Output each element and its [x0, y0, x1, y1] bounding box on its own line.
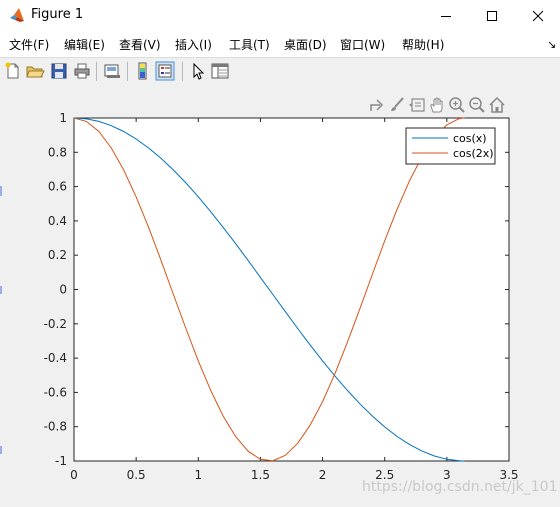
export-icon[interactable]: [368, 96, 386, 114]
legend-label: cos(2x): [453, 147, 494, 160]
home-icon[interactable]: [488, 96, 506, 114]
figure-window: Figure 1 文件(F) 编辑(E) 查看(V) 插入(I) 工具(T) 桌…: [0, 0, 560, 507]
y-tick-label: 0.6: [48, 180, 67, 194]
y-tick-label: -0.4: [44, 351, 67, 365]
link-plot-icon[interactable]: [102, 61, 122, 81]
menu-file[interactable]: 文件(F): [9, 36, 49, 53]
legend-label: cos(x): [453, 132, 487, 145]
figure-toolbar: [0, 57, 560, 87]
menu-tools[interactable]: 工具(T): [229, 36, 270, 53]
y-tick-label: 0.4: [48, 214, 67, 228]
y-tick-label: -1: [55, 454, 67, 468]
data-tips-icon[interactable]: [408, 96, 426, 114]
y-tick-label: -0.2: [44, 317, 67, 331]
brush-icon[interactable]: [388, 96, 406, 114]
y-tick-label: 0.8: [48, 145, 67, 159]
zoom-in-icon[interactable]: [448, 96, 466, 114]
menu-overflow-icon[interactable]: ↘: [547, 38, 556, 51]
title-bar: Figure 1: [0, 0, 560, 31]
menu-desktop[interactable]: 桌面(D): [284, 36, 327, 53]
x-tick-label: 1: [194, 468, 202, 482]
y-tick-label: -0.6: [44, 385, 67, 399]
minimize-button[interactable]: [423, 0, 469, 31]
menu-window[interactable]: 窗口(W): [340, 36, 385, 53]
save-icon[interactable]: [49, 61, 69, 81]
pan-hand-icon[interactable]: [428, 96, 446, 114]
open-file-icon[interactable]: [25, 61, 45, 81]
maximize-button[interactable]: [469, 0, 515, 31]
close-icon: [532, 10, 544, 21]
print-icon[interactable]: [72, 61, 92, 81]
x-tick-label: 0: [70, 468, 78, 482]
menu-help[interactable]: 帮助(H): [402, 36, 444, 53]
menu-view[interactable]: 查看(V): [119, 36, 161, 53]
menu-edit[interactable]: 编辑(E): [64, 36, 105, 53]
window-title: Figure 1: [31, 7, 84, 22]
y-tick-label: -0.8: [44, 420, 67, 434]
new-figure-icon[interactable]: [3, 61, 23, 81]
colorbar-icon[interactable]: [133, 61, 153, 81]
axes-background: [73, 117, 510, 462]
y-tick-label: 0: [59, 283, 67, 297]
y-tick-label: 1: [59, 111, 67, 125]
property-inspector-icon[interactable]: [210, 61, 230, 81]
edit-plot-cursor-icon[interactable]: [188, 61, 208, 81]
zoom-out-icon[interactable]: [468, 96, 486, 114]
toolbar-separator: [182, 62, 183, 81]
x-tick-label: 1.5: [251, 468, 270, 482]
close-button[interactable]: [515, 0, 560, 31]
legend-icon[interactable]: [155, 61, 175, 81]
y-tick-label: 0.2: [48, 248, 67, 262]
watermark-text: https://blog.csdn.net/jk_101: [362, 479, 558, 495]
x-tick-label: 2: [319, 468, 327, 482]
figure-canvas[interactable]: 0 0.5 1 1.5 2 2.5 3 3.5 -1 -0.8 -0.6 -0.4 -0.2 0 0.2 0.…: [0, 86, 560, 507]
menu-bar: 文件(F) 编辑(E) 查看(V) 插入(I) 工具(T) 桌面(D) 窗口(W…: [0, 31, 560, 57]
window-left-edge: [0, 186, 2, 454]
matlab-logo-icon: [10, 8, 24, 22]
x-tick-label: 0.5: [127, 468, 146, 482]
maximize-icon: [487, 10, 497, 21]
minimize-icon: [441, 15, 451, 17]
toolbar-separator: [127, 62, 128, 81]
menu-insert[interactable]: 插入(I): [175, 36, 212, 53]
axes-toolbar: [368, 96, 508, 116]
plot-area[interactable]: 0 0.5 1 1.5 2 2.5 3 3.5-1-0.8-0.6-0.4-0.200.20.…: [0, 86, 560, 507]
toolbar-separator: [96, 62, 97, 81]
